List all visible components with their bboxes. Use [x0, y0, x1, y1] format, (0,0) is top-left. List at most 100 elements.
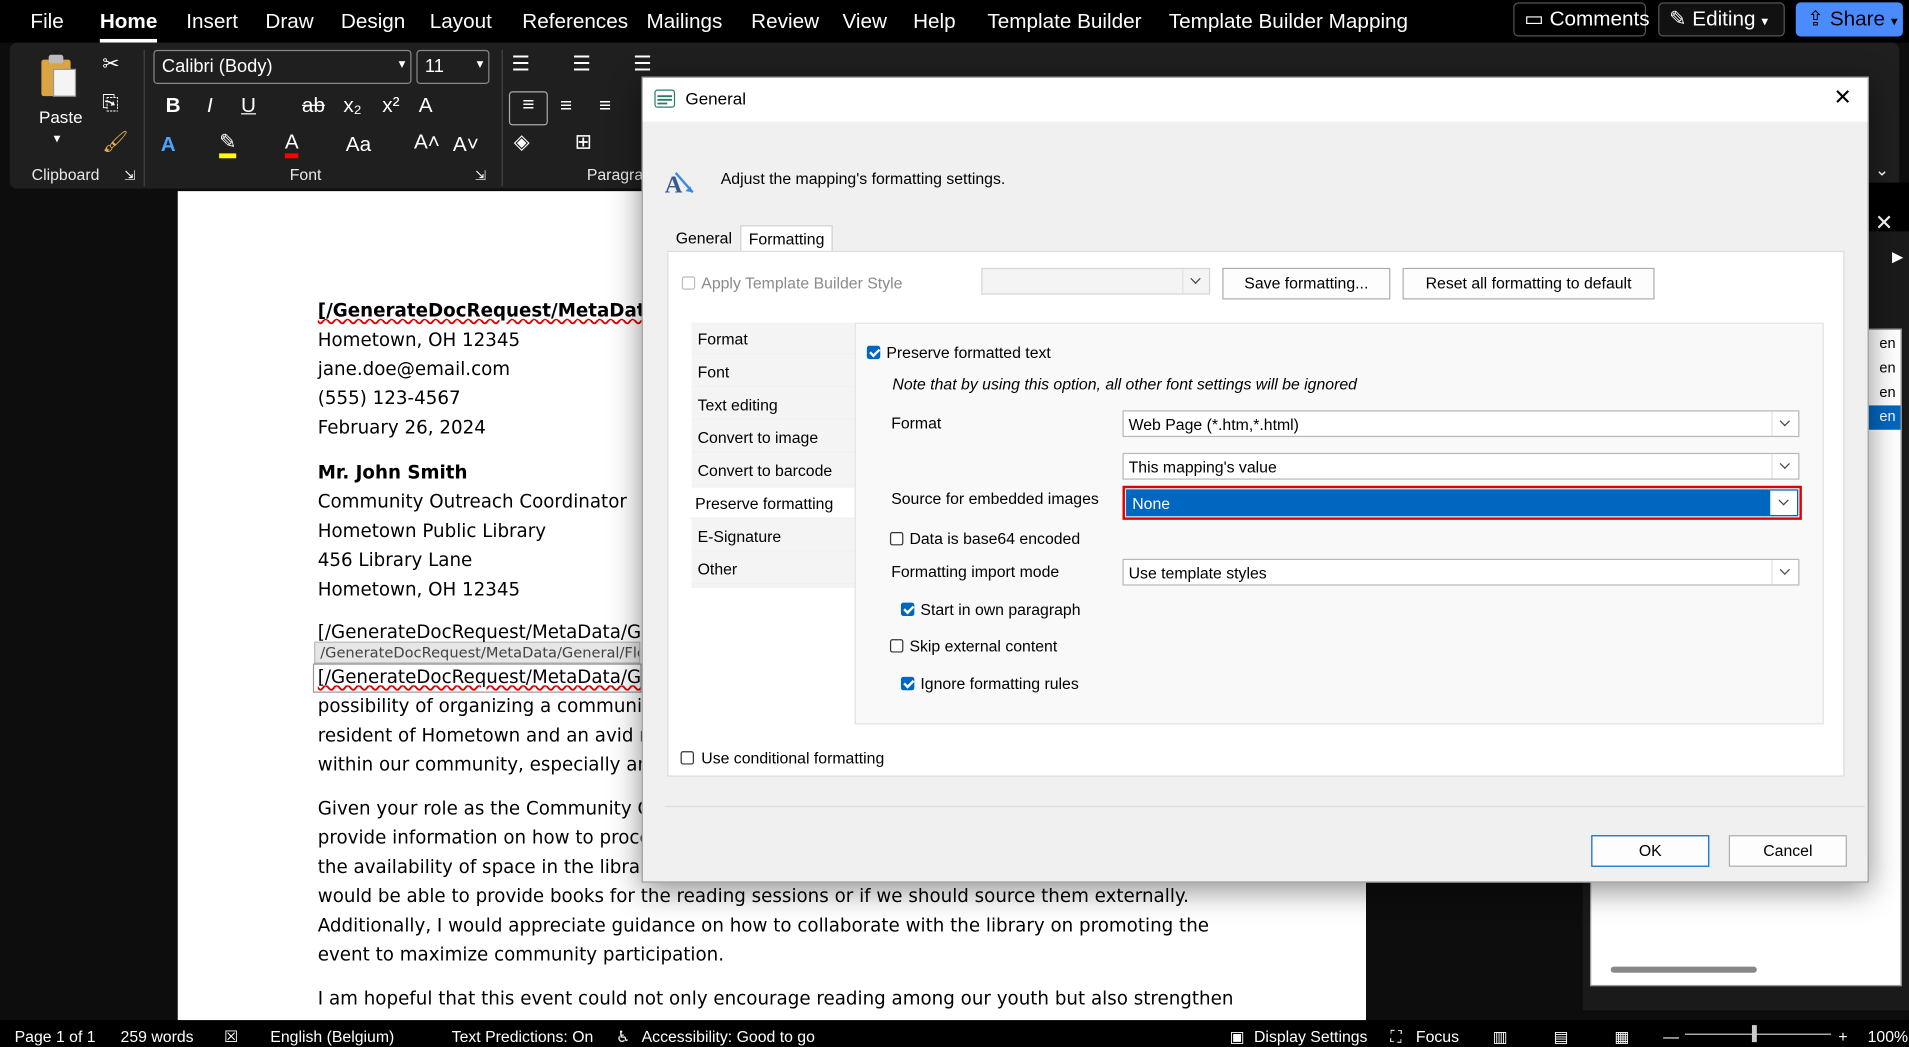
share-button[interactable]: ⇪ Share ▾ [1795, 2, 1903, 37]
nav-convert-to-barcode[interactable]: Convert to barcode [691, 455, 855, 486]
focus-mode[interactable]: Focus [1416, 1028, 1459, 1046]
horizontal-scrollbar[interactable] [1610, 966, 1757, 973]
reset-formatting-button[interactable]: Reset all formatting to default [1402, 267, 1655, 300]
align-right-icon[interactable]: ≡ [599, 94, 611, 118]
document-line[interactable]: Additionally, I would appreciate guidanc… [318, 914, 1209, 936]
save-formatting-button[interactable]: Save formatting... [1222, 267, 1391, 300]
shading-icon[interactable]: ◈ [514, 130, 530, 154]
zoom-slider-handle[interactable] [1751, 1025, 1757, 1043]
highlight-icon[interactable]: ✎ [219, 130, 237, 159]
conditional-formatting-checkbox[interactable] [680, 751, 694, 765]
align-left-icon[interactable]: ≡ [508, 91, 548, 126]
borders-icon[interactable]: ⊞ [575, 130, 592, 154]
nav-font[interactable]: Font [691, 357, 855, 388]
zoom-out-icon[interactable]: — [1663, 1028, 1679, 1046]
document-line[interactable]: (555) 123-4567 [318, 387, 461, 409]
skip-external-checkbox[interactable] [889, 639, 904, 653]
cancel-button[interactable]: Cancel [1728, 835, 1847, 867]
font-name-select[interactable]: Calibri (Body) ▾ [153, 49, 412, 85]
zoom-in-icon[interactable]: + [1838, 1028, 1847, 1046]
document-line[interactable]: Hometown, OH 12345 [318, 578, 520, 600]
base64-checkbox[interactable] [889, 532, 904, 546]
proofing-icon[interactable]: ☒ [224, 1028, 238, 1047]
change-case-icon[interactable]: Aa [346, 133, 371, 157]
grow-font-icon[interactable]: A˄ [414, 130, 440, 154]
document-line[interactable]: 456 Library Lane [318, 549, 473, 571]
menu-template-builder[interactable]: Template Builder [987, 10, 1141, 34]
text-effects-icon[interactable]: A [161, 133, 176, 157]
menu-mailings[interactable]: Mailings [646, 10, 722, 34]
ignore-rules-checkbox[interactable] [900, 676, 915, 691]
zoom-level[interactable]: 100% [1868, 1028, 1908, 1046]
own-paragraph-checkbox[interactable] [900, 602, 915, 617]
nav-convert-to-image[interactable]: Convert to image [691, 422, 855, 453]
menu-draw[interactable]: Draw [265, 10, 313, 34]
format-select[interactable]: Web Page (*.htm,*.html) [1122, 410, 1800, 438]
template-style-select[interactable] [981, 267, 1211, 295]
underline-icon[interactable]: U [241, 94, 256, 118]
word-count[interactable]: 259 words [121, 1028, 194, 1046]
chevron-right-icon[interactable]: ▶ [1892, 248, 1903, 265]
superscript-icon[interactable]: x² [382, 94, 399, 118]
document-line[interactable]: Hometown Public Library [318, 520, 546, 542]
dialog-launcher-icon[interactable]: ⇲ [124, 168, 135, 184]
close-icon[interactable]: ✕ [1834, 85, 1852, 111]
ok-button[interactable]: OK [1591, 835, 1710, 867]
copy-icon[interactable]: ⎘ [102, 91, 119, 115]
image-source-select[interactable]: This mapping's value [1122, 452, 1800, 480]
page-count[interactable]: Page 1 of 1 [15, 1028, 96, 1046]
document-line[interactable]: provide information on how to proce [318, 827, 651, 849]
document-line[interactable]: within our community, especially am [318, 754, 655, 776]
document-line[interactable]: [/GenerateDocRequest/MetaData/ [318, 299, 665, 321]
menu-view[interactable]: View [842, 10, 886, 34]
list-item[interactable]: en [1879, 383, 1895, 400]
web-layout-icon[interactable]: ▦ [1614, 1028, 1629, 1047]
text-predictions[interactable]: Text Predictions: On [452, 1028, 594, 1046]
bullets-icon[interactable]: ☰ [511, 52, 530, 76]
print-layout-icon[interactable]: ▤ [1553, 1028, 1568, 1047]
dialog-launcher-icon[interactable]: ⇲ [475, 168, 486, 184]
nav-other[interactable]: Other [691, 554, 855, 585]
numbering-icon[interactable]: ☰ [572, 52, 591, 76]
menu-template-builder-mapping[interactable]: Template Builder Mapping [1169, 10, 1408, 34]
format-painter-icon[interactable]: 🖌 [102, 130, 128, 154]
display-settings[interactable]: Display Settings [1254, 1028, 1367, 1046]
comments-button[interactable]: ▭ Comments [1513, 2, 1650, 37]
menu-home[interactable]: Home [99, 10, 158, 43]
clear-formatting-icon[interactable]: A [419, 94, 433, 118]
list-item[interactable]: en [1879, 335, 1895, 352]
nav-format[interactable]: Format [691, 324, 855, 355]
menu-references[interactable]: References [522, 10, 628, 34]
document-line[interactable]: event to maximize community participatio… [318, 944, 724, 966]
language[interactable]: English (Belgium) [270, 1028, 394, 1046]
embedded-images-select[interactable]: None [1126, 489, 1799, 517]
read-mode-icon[interactable]: ▥ [1493, 1028, 1508, 1047]
cut-icon[interactable]: ✂ [102, 52, 119, 76]
document-line[interactable]: [/GenerateDocRequest/MetaData/G [318, 621, 641, 643]
ribbon-collapse-icon[interactable]: ⌄ [1875, 159, 1889, 180]
zoom-slider[interactable] [1684, 1033, 1832, 1035]
document-line[interactable]: Hometown, OH 12345 [318, 329, 520, 351]
subscript-icon[interactable]: x₂ [343, 94, 361, 118]
list-item[interactable]: en [1879, 359, 1895, 376]
chevron-down-icon[interactable]: ▾ [54, 130, 61, 146]
close-icon[interactable]: ✕ [1875, 211, 1893, 237]
nav-text-editing[interactable]: Text editing [691, 390, 855, 421]
tab-general[interactable]: General [668, 225, 739, 252]
document-line[interactable]: would be able to provide books for the r… [318, 885, 1189, 907]
document-line[interactable]: Community Outreach Coordinator [318, 491, 627, 513]
align-center-icon[interactable]: ≡ [560, 94, 572, 118]
paste-icon[interactable] [37, 52, 81, 98]
document-line[interactable]: I am hopeful that this event could not o… [318, 987, 1234, 1009]
menu-review[interactable]: Review [751, 10, 819, 34]
font-color-icon[interactable]: A [284, 130, 299, 159]
document-line[interactable]: jane.doe@email.com [318, 358, 510, 380]
editing-button[interactable]: ✎ Editing ▾ [1658, 2, 1785, 37]
strikethrough-icon[interactable]: ab [302, 94, 325, 118]
tab-formatting[interactable]: Formatting [740, 225, 833, 253]
document-line[interactable]: February 26, 2024 [318, 416, 486, 438]
apply-style-checkbox[interactable] [681, 276, 696, 290]
menu-layout[interactable]: Layout [430, 10, 492, 34]
font-size-select[interactable]: 11 ▾ [416, 49, 490, 85]
menu-design[interactable]: Design [341, 10, 405, 34]
